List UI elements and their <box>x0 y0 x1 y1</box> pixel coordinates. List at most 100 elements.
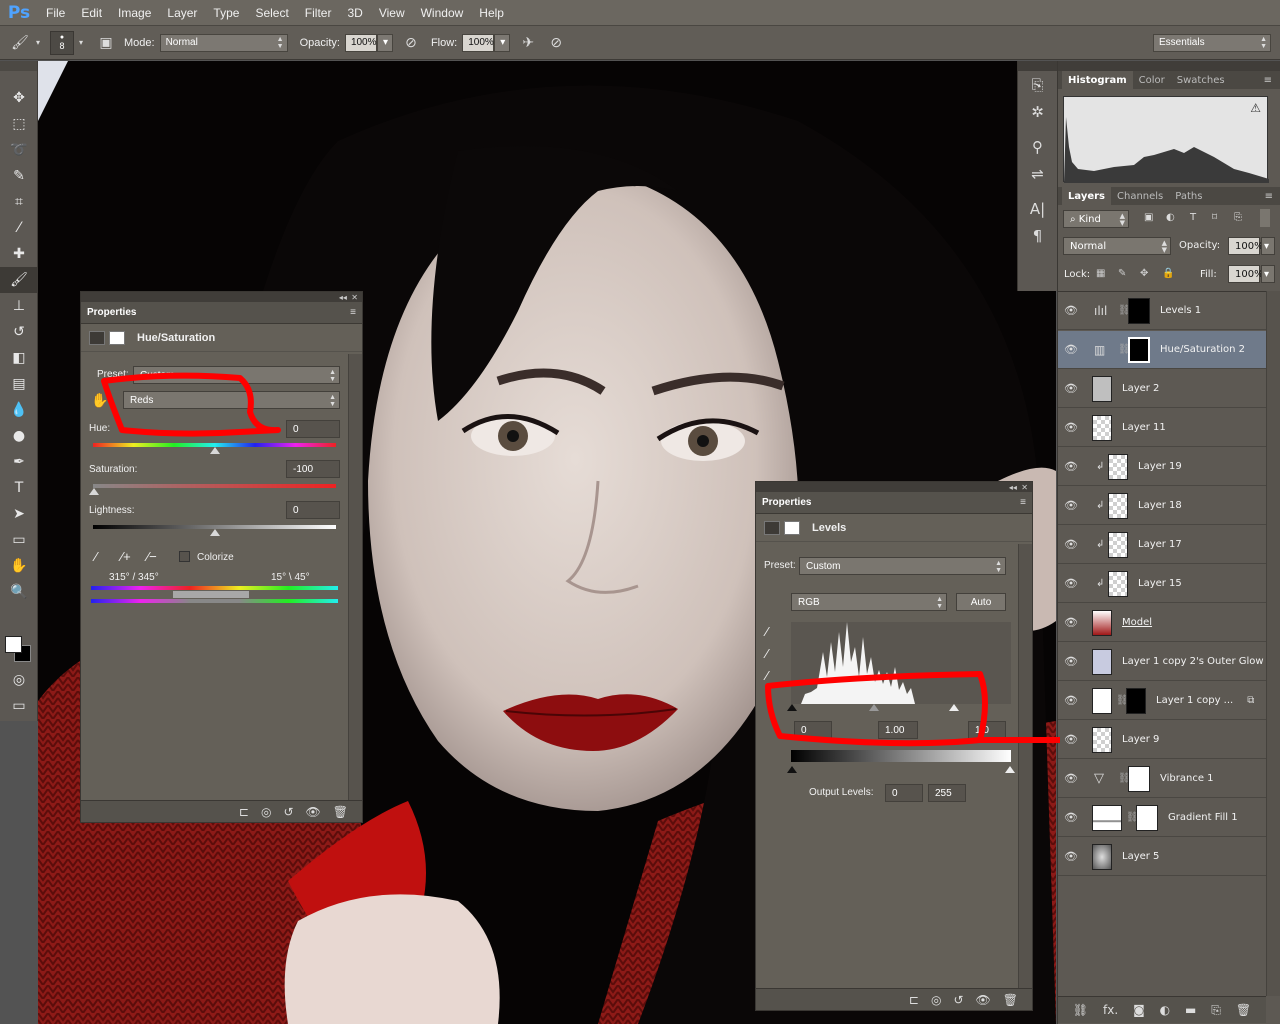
tab-swatches[interactable]: Swatches <box>1171 71 1231 89</box>
panel-scrollbar[interactable] <box>348 354 362 800</box>
clone-stamp-tool-icon[interactable]: ⊥ <box>0 293 38 319</box>
filter-kind-select[interactable]: ⌕ Kind ▲ ▼ <box>1063 210 1129 228</box>
link-icon[interactable]: ⛓ <box>1118 305 1131 316</box>
layer-row-layer-11[interactable]: 👁 Layer 11 <box>1058 409 1266 447</box>
blend-mode-select[interactable]: Normal ▲ ▼ <box>1063 237 1171 255</box>
visibility-eye-icon[interactable]: 👁 <box>1058 694 1084 707</box>
layer-thumbnail[interactable] <box>1092 726 1112 753</box>
move-tool-icon[interactable]: ✥ <box>0 85 38 111</box>
layer-name[interactable]: Layer 9 <box>1122 734 1159 745</box>
targeted-adjustment-hand-icon[interactable]: ✋ <box>91 392 108 409</box>
visibility-eye-icon[interactable]: 👁 <box>1058 382 1084 395</box>
input-white-slider[interactable] <box>949 704 959 711</box>
tab-paths[interactable]: Paths <box>1169 187 1208 205</box>
visibility-eye-icon[interactable]: 👁 <box>1058 460 1084 473</box>
color-range-slider[interactable] <box>173 591 249 598</box>
input-black-slider[interactable] <box>787 704 797 711</box>
panel-header-bar[interactable]: ◂◂ ✕ <box>756 482 1032 492</box>
menu-select[interactable]: Select <box>247 6 296 20</box>
layer-row-layer-5[interactable]: 👁 Layer 5 <box>1058 838 1266 876</box>
preset-select[interactable]: Custom ▲ ▼ <box>799 557 1006 575</box>
dock-header[interactable] <box>1018 61 1057 71</box>
history-panel-icon[interactable]: ⎘ <box>1018 71 1057 98</box>
link-icon[interactable]: ⛓ <box>1118 344 1131 355</box>
adjustment-icon[interactable] <box>764 520 780 535</box>
mask-icon[interactable] <box>784 520 800 535</box>
close-icon[interactable]: ✕ <box>1021 483 1028 492</box>
visibility-eye-icon[interactable]: 👁 <box>976 993 991 1007</box>
path-selection-tool-icon[interactable]: ➤ <box>0 501 38 527</box>
input-mid-field[interactable]: 1.00 <box>878 721 918 739</box>
gradient-fill-thumbnail[interactable] <box>1092 804 1122 831</box>
fill-dropdown[interactable]: ▾ <box>1261 265 1275 283</box>
quick-mask-icon[interactable]: ◎ <box>0 667 38 693</box>
gray-point-eyedropper-icon[interactable]: ⁄ <box>766 646 768 661</box>
eyedropper-tool-icon[interactable]: ⁄ <box>0 215 38 241</box>
mode-select[interactable]: Normal ▲ ▼ <box>159 33 288 52</box>
menu-image[interactable]: Image <box>110 6 159 20</box>
delete-icon[interactable]: 🗑 <box>333 805 348 819</box>
panel-header-bar[interactable]: ◂◂ ✕ <box>81 292 362 302</box>
saturation-slider-thumb[interactable] <box>89 488 99 495</box>
crop-tool-icon[interactable]: ⌗ <box>0 189 38 215</box>
properties-tab[interactable]: Properties <box>762 497 811 508</box>
layer-thumbnail[interactable] <box>1092 414 1112 441</box>
layer-mask-thumbnail[interactable] <box>1128 336 1150 363</box>
new-layer-icon[interactable]: ⎘ <box>1211 1003 1221 1018</box>
tab-histogram[interactable]: Histogram <box>1062 71 1133 89</box>
layer-name[interactable]: Layer 17 <box>1138 539 1182 550</box>
fill-input[interactable]: 100% <box>1228 265 1264 283</box>
visibility-eye-icon[interactable]: 👁 <box>1058 343 1084 356</box>
layer-mask-thumbnail[interactable] <box>1128 765 1150 792</box>
layer-name[interactable]: Layer 18 <box>1138 500 1182 511</box>
layer-thumbnail[interactable] <box>1092 843 1112 870</box>
lightness-input[interactable]: 0 <box>286 501 340 519</box>
healing-brush-tool-icon[interactable]: ✚ <box>0 241 38 267</box>
paragraph-panel-icon[interactable]: ¶ <box>1018 222 1057 249</box>
hue-input[interactable]: 0 <box>286 420 340 438</box>
visibility-eye-icon[interactable]: 👁 <box>1058 304 1084 317</box>
auto-button[interactable]: Auto <box>956 593 1006 611</box>
new-adjustment-layer-icon[interactable]: ◐ <box>1160 1003 1170 1017</box>
new-group-icon[interactable]: ▬ <box>1185 1003 1196 1017</box>
layer-name[interactable]: Layer 2 <box>1122 383 1159 394</box>
quick-select-tool-icon[interactable]: ✎ <box>0 163 38 189</box>
filter-toggle[interactable] <box>1260 209 1270 227</box>
layer-row-outer-glow[interactable]: 👁 Layer 1 copy 2's Outer Glow <box>1058 643 1266 681</box>
menu-layer[interactable]: Layer <box>159 6 205 20</box>
layer-row-layer-19[interactable]: 👁 ↲ Layer 19 <box>1058 448 1266 486</box>
pressure-opacity-icon[interactable]: ⊘ <box>399 32 423 54</box>
layer-row-layer-9[interactable]: 👁 Layer 9 <box>1058 721 1266 759</box>
menu-help[interactable]: Help <box>471 6 512 20</box>
visibility-eye-icon[interactable]: 👁 <box>1058 421 1084 434</box>
opacity-dropdown-button[interactable]: ▾ <box>376 33 393 52</box>
layer-name[interactable]: Layer 15 <box>1138 578 1182 589</box>
layer-row-gradient-fill-1[interactable]: 👁 ⛓ Gradient Fill 1 <box>1058 799 1266 837</box>
tool-preset-dropdown-icon[interactable]: ▾ <box>32 32 44 54</box>
brush-tool-icon[interactable]: 🖌 <box>8 32 32 54</box>
blur-tool-icon[interactable]: 💧 <box>0 397 38 423</box>
collapse-icon[interactable]: ◂◂ <box>1009 483 1017 492</box>
saturation-input[interactable]: -100 <box>286 460 340 478</box>
lasso-tool-icon[interactable]: ➰ <box>0 137 38 163</box>
tab-channels[interactable]: Channels <box>1111 187 1169 205</box>
layer-thumbnail[interactable] <box>1108 570 1128 597</box>
history-brush-tool-icon[interactable]: ↺ <box>0 319 38 345</box>
delete-layer-icon[interactable]: 🗑 <box>1236 1003 1251 1017</box>
close-icon[interactable]: ✕ <box>351 293 358 302</box>
right-dock-header[interactable] <box>1058 61 1280 71</box>
pen-tool-icon[interactable]: ✒ <box>0 449 38 475</box>
menu-file[interactable]: File <box>38 6 73 20</box>
mask-icon[interactable] <box>109 330 125 345</box>
layer-name[interactable]: Model <box>1122 617 1152 628</box>
link-icon[interactable]: ⛓ <box>1116 695 1129 706</box>
brush-size-picker[interactable]: ● 8 <box>50 30 74 55</box>
menu-filter[interactable]: Filter <box>297 6 340 20</box>
layer-thumbnail[interactable] <box>1092 687 1112 714</box>
layers-scrollbar[interactable] <box>1266 291 1280 996</box>
view-previous-icon[interactable]: ◎ <box>261 805 271 819</box>
filter-shape-icon[interactable]: ⌑ <box>1212 212 1217 223</box>
layer-thumbnail[interactable] <box>1108 453 1128 480</box>
visibility-eye-icon[interactable]: 👁 <box>1058 538 1084 551</box>
layer-thumbnail[interactable] <box>1092 648 1112 675</box>
